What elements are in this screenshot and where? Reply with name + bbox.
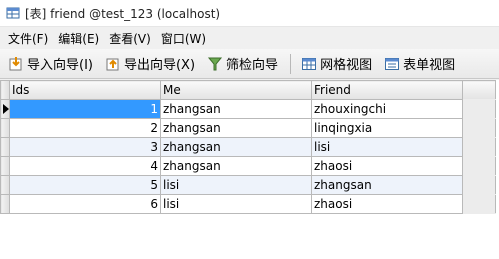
cell-me[interactable]: zhangsan <box>160 137 312 157</box>
menu-file[interactable]: 文件(F) <box>4 30 52 47</box>
table-row[interactable]: 6 lisi zhaosi <box>0 194 496 214</box>
column-header-ids[interactable]: Ids <box>9 80 161 100</box>
row-header-corner <box>0 80 10 100</box>
window-title: [表] friend @test_123 (localhost) <box>25 6 221 21</box>
cell-ids[interactable]: 6 <box>9 194 161 214</box>
cell-me[interactable]: lisi <box>160 175 312 195</box>
cell-ids[interactable]: 5 <box>9 175 161 195</box>
menu-view[interactable]: 查看(V) <box>105 30 155 47</box>
menu-edit[interactable]: 编辑(E) <box>54 30 103 47</box>
form-view-label: 表单视图 <box>403 58 456 73</box>
cell-ids[interactable]: 4 <box>9 156 161 176</box>
form-view-icon <box>385 57 400 70</box>
filter-wizard-label: 筛检向导 <box>226 58 279 73</box>
import-icon <box>9 56 22 70</box>
row-selector[interactable] <box>0 99 10 119</box>
row-filler <box>462 137 496 157</box>
grid-view-button[interactable]: 网格视图 <box>297 52 376 76</box>
cell-friend[interactable]: zhaosi <box>311 156 463 176</box>
table-row[interactable]: 2 zhangsan linqingxia <box>0 118 496 138</box>
menu-window[interactable]: 窗口(W) <box>157 30 210 47</box>
data-grid[interactable]: Ids Me Friend 1 zhangsan zhouxingchi 2 z… <box>0 80 499 259</box>
export-wizard-label: 导出向导(X) <box>123 58 196 73</box>
toolbar: 导入向导(I) 导出向导(X) 筛检向导 网格视图 表单视图 <box>0 49 499 79</box>
cell-me[interactable]: zhangsan <box>160 118 312 138</box>
cell-friend[interactable]: zhangsan <box>311 175 463 195</box>
grid-view-icon <box>302 57 317 70</box>
cell-me[interactable]: zhangsan <box>160 156 312 176</box>
cell-friend[interactable]: lisi <box>311 137 463 157</box>
filter-wizard-button[interactable]: 筛检向导 <box>203 52 282 76</box>
import-wizard-label: 导入向导(I) <box>27 58 93 73</box>
column-header-filler <box>462 80 496 100</box>
row-selector[interactable] <box>0 137 10 157</box>
column-header-friend[interactable]: Friend <box>311 80 463 100</box>
row-selector[interactable] <box>0 175 10 195</box>
data-table: Ids Me Friend 1 zhangsan zhouxingchi 2 z… <box>0 80 496 214</box>
cell-friend[interactable]: zhouxingchi <box>311 99 463 119</box>
toolbar-separator <box>290 53 292 74</box>
row-selector[interactable] <box>0 156 10 176</box>
cell-ids[interactable]: 1 <box>9 99 161 119</box>
title-bar: [表] friend @test_123 (localhost) <box>0 0 499 27</box>
filter-icon <box>207 57 223 70</box>
cell-me[interactable]: zhangsan <box>160 99 312 119</box>
row-filler <box>462 99 496 119</box>
export-icon <box>106 58 119 70</box>
table-row[interactable]: 1 zhangsan zhouxingchi <box>0 99 496 119</box>
column-header-me[interactable]: Me <box>160 80 312 100</box>
row-filler <box>462 156 496 176</box>
row-filler <box>462 194 496 214</box>
cell-ids[interactable]: 3 <box>9 137 161 157</box>
row-selector[interactable] <box>0 194 10 214</box>
table-icon <box>6 7 20 19</box>
form-view-button[interactable]: 表单视图 <box>380 52 459 76</box>
cell-friend[interactable]: linqingxia <box>311 118 463 138</box>
table-row[interactable]: 4 zhangsan zhaosi <box>0 156 496 176</box>
grid-view-label: 网格视图 <box>320 58 373 73</box>
export-wizard-button[interactable]: 导出向导(X) <box>101 52 199 76</box>
table-row[interactable]: 3 zhangsan lisi <box>0 137 496 157</box>
row-filler <box>462 118 496 138</box>
table-row[interactable]: 5 lisi zhangsan <box>0 175 496 195</box>
import-wizard-button[interactable]: 导入向导(I) <box>4 52 97 76</box>
row-filler <box>462 175 496 195</box>
menu-bar: 文件(F) 编辑(E) 查看(V) 窗口(W) <box>0 27 499 49</box>
current-row-arrow-icon <box>3 104 9 114</box>
row-selector[interactable] <box>0 118 10 138</box>
cell-friend[interactable]: zhaosi <box>311 194 463 214</box>
cell-me[interactable]: lisi <box>160 194 312 214</box>
cell-ids[interactable]: 2 <box>9 118 161 138</box>
